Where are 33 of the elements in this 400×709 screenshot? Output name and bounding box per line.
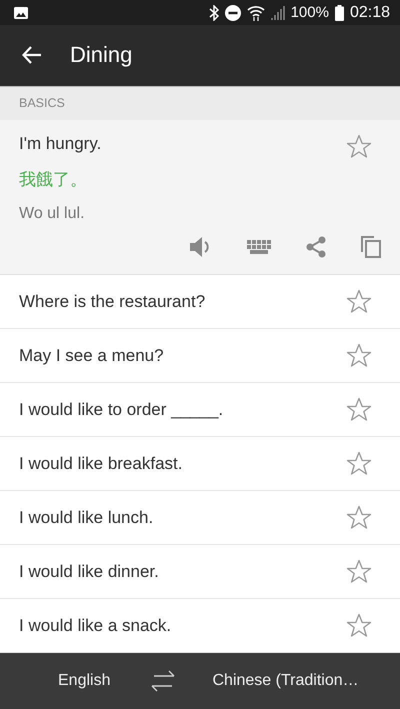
star-icon[interactable] xyxy=(346,289,372,314)
star-icon[interactable] xyxy=(346,451,372,476)
star-icon[interactable] xyxy=(346,397,372,422)
screen-title: Dining xyxy=(70,42,132,68)
romanization-text: Wo ul lul. xyxy=(19,204,86,223)
phrase-text: I would like dinner. xyxy=(19,562,160,582)
section-header: BASICS xyxy=(19,96,65,110)
target-language-button[interactable]: Chinese (Tradition… xyxy=(212,672,359,690)
signal-icon xyxy=(270,6,285,20)
battery-icon xyxy=(334,4,344,21)
star-icon[interactable] xyxy=(346,559,372,584)
battery-percent: 100% xyxy=(290,4,329,22)
phrase-text: I'm hungry. xyxy=(19,134,102,154)
copy-button[interactable] xyxy=(361,236,381,258)
phrase-text: I would like to order _____. xyxy=(19,400,224,420)
translation-text: 我餓了。 xyxy=(19,168,88,191)
share-button[interactable] xyxy=(305,236,327,258)
phrase-text: I would like a snack. xyxy=(19,616,172,636)
wifi-icon xyxy=(246,4,265,21)
clock-time: 02:18 xyxy=(350,4,390,22)
star-icon[interactable] xyxy=(346,613,372,638)
phrase-text: I would like lunch. xyxy=(19,508,154,528)
star-icon[interactable] xyxy=(346,343,372,368)
bluetooth-icon xyxy=(208,4,219,21)
star-icon[interactable] xyxy=(346,505,372,530)
source-language-button[interactable]: English xyxy=(58,672,110,690)
back-button[interactable] xyxy=(22,46,42,64)
image-icon xyxy=(14,6,28,19)
star-icon[interactable] xyxy=(346,134,372,159)
phrase-text: I would like breakfast. xyxy=(19,454,184,474)
phrase-text: May I see a menu? xyxy=(19,346,165,366)
do-not-disturb-icon xyxy=(224,4,241,21)
phrase-text: Where is the restaurant? xyxy=(19,292,206,312)
